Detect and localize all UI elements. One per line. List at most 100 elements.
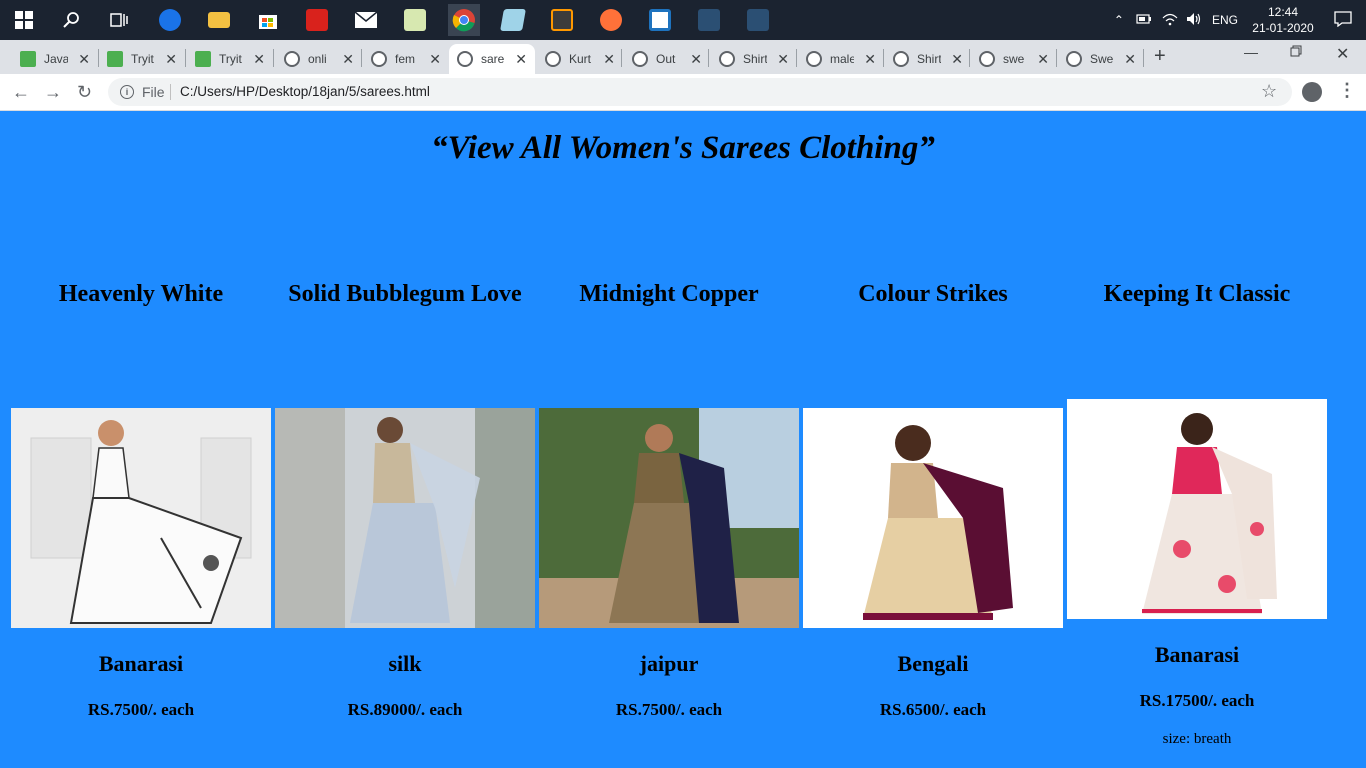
close-icon[interactable]: ✕ — [690, 51, 702, 68]
chrome-icon[interactable] — [448, 4, 480, 36]
tab[interactable]: swe ✕ — [971, 44, 1057, 74]
tab-divider — [98, 49, 99, 67]
battery-icon[interactable] — [1136, 13, 1152, 27]
notepad-plus-icon[interactable] — [399, 4, 431, 36]
windows-start-icon[interactable] — [8, 4, 40, 36]
close-icon[interactable]: ✕ — [864, 51, 876, 68]
close-icon[interactable]: ✕ — [515, 51, 527, 68]
search-icon[interactable] — [56, 4, 88, 36]
tab[interactable]: Shirt ✕ — [711, 44, 797, 74]
mysql-workbench-icon[interactable] — [693, 4, 725, 36]
product-image[interactable] — [539, 408, 799, 628]
windows-taskbar: ⌃ ENG 12:44 21-01-2020 — [0, 0, 1366, 40]
product-price: RS.7500/. each — [87, 700, 195, 719]
tab[interactable]: Java ✕ — [12, 44, 98, 74]
globe-icon — [979, 51, 995, 67]
volume-icon[interactable] — [1186, 12, 1202, 29]
tab-divider — [969, 49, 970, 67]
close-icon[interactable]: ✕ — [253, 51, 265, 68]
mail-icon[interactable] — [350, 4, 382, 36]
tab-active[interactable]: sare ✕ — [449, 44, 535, 74]
file-explorer-icon[interactable] — [203, 4, 235, 36]
clock[interactable]: 12:44 21-01-2020 — [1248, 4, 1318, 36]
product-type: jaipur — [639, 651, 699, 676]
close-icon[interactable]: ✕ — [429, 51, 441, 68]
menu-dots-icon[interactable]: ⋮ — [1338, 80, 1356, 101]
product-image[interactable] — [803, 408, 1063, 628]
close-icon[interactable]: ✕ — [165, 51, 177, 68]
close-icon[interactable]: ✕ — [342, 51, 354, 68]
tab[interactable]: Shirt ✕ — [885, 44, 971, 74]
product-image[interactable] — [11, 408, 271, 628]
address-bar[interactable]: i File C:/Users/HP/Desktop/18jan/5/saree… — [108, 78, 1292, 106]
chevron-up-icon[interactable]: ⌃ — [1114, 13, 1124, 27]
tab[interactable]: Out ✕ — [624, 44, 710, 74]
reload-icon[interactable]: ↻ — [77, 82, 92, 103]
language-indicator[interactable]: ENG — [1212, 13, 1238, 27]
store-icon[interactable] — [252, 4, 284, 36]
product-price: RS.6500/. each — [879, 700, 987, 719]
globe-icon — [806, 51, 822, 67]
product-name: Midnight Copper — [579, 281, 759, 307]
firefox-icon[interactable] — [595, 4, 627, 36]
globe-icon — [719, 51, 735, 67]
globe-icon — [284, 51, 300, 67]
tab[interactable]: Tryit ✕ — [187, 44, 273, 74]
task-view-icon[interactable] — [103, 4, 135, 36]
product-type: Banarasi — [1154, 642, 1240, 667]
globe-icon — [893, 51, 909, 67]
w3schools-icon — [107, 51, 123, 67]
bookmark-star-icon[interactable]: ☆ — [1261, 81, 1277, 102]
tab[interactable]: Kurt ✕ — [537, 44, 623, 74]
new-tab-plus-icon[interactable]: + — [1154, 45, 1166, 68]
tab[interactable]: Swe ✕ — [1058, 44, 1144, 74]
close-icon[interactable]: ✕ — [1037, 51, 1049, 68]
restore-icon[interactable] — [1290, 44, 1302, 60]
url-text[interactable]: C:/Users/HP/Desktop/18jan/5/sarees.html — [180, 84, 430, 99]
system-tray: ⌃ ENG 12:44 21-01-2020 — [1114, 0, 1366, 40]
omnibox-divider — [170, 84, 171, 100]
tab-divider — [185, 49, 186, 67]
globe-icon — [1066, 51, 1082, 67]
tab-title: Swe — [1090, 52, 1114, 66]
tab[interactable]: male ✕ — [798, 44, 884, 74]
tab-divider — [708, 49, 709, 67]
product-name: Colour Strikes — [858, 281, 1008, 307]
mysql-workbench-icon[interactable] — [742, 4, 774, 36]
close-icon[interactable]: ✕ — [78, 51, 90, 68]
edge-icon[interactable] — [154, 4, 186, 36]
tab[interactable]: Tryit ✕ — [99, 44, 185, 74]
acrobat-icon[interactable] — [301, 4, 333, 36]
scheme-label: File — [142, 84, 165, 100]
tab-divider — [796, 49, 797, 67]
tab-title: male — [830, 52, 854, 66]
info-icon[interactable]: i — [120, 85, 134, 99]
app-icon[interactable] — [644, 4, 676, 36]
minimize-icon[interactable]: — — [1244, 44, 1258, 60]
product-image[interactable] — [1067, 399, 1327, 619]
tab[interactable]: fem ✕ — [363, 44, 449, 74]
product-price: RS.17500/. each — [1139, 691, 1255, 710]
tab[interactable]: onli ✕ — [276, 44, 362, 74]
sublime-text-icon[interactable] — [546, 4, 578, 36]
close-window-icon[interactable]: ✕ — [1336, 44, 1349, 64]
product-price: RS.89000/. each — [347, 700, 463, 719]
product-name: Keeping It Classic — [1103, 281, 1291, 307]
globe-icon — [632, 51, 648, 67]
tab-title: Out — [656, 52, 676, 66]
close-icon[interactable]: ✕ — [777, 51, 789, 68]
close-icon[interactable]: ✕ — [1124, 51, 1136, 68]
wifi-icon[interactable] — [1162, 12, 1178, 29]
product-image[interactable] — [275, 408, 535, 628]
close-icon[interactable]: ✕ — [603, 51, 615, 68]
notifications-icon[interactable] — [1334, 10, 1352, 30]
forward-icon[interactable]: → — [44, 82, 62, 103]
w3schools-icon — [20, 51, 36, 67]
product-name: Heavenly White — [58, 281, 224, 307]
app-icon[interactable] — [497, 4, 529, 36]
clock-time: 12:44 — [1267, 5, 1299, 19]
back-icon[interactable]: ← — [12, 82, 30, 103]
profile-avatar-icon[interactable] — [1302, 82, 1322, 102]
close-icon[interactable]: ✕ — [951, 51, 963, 68]
w3schools-icon — [195, 51, 211, 67]
